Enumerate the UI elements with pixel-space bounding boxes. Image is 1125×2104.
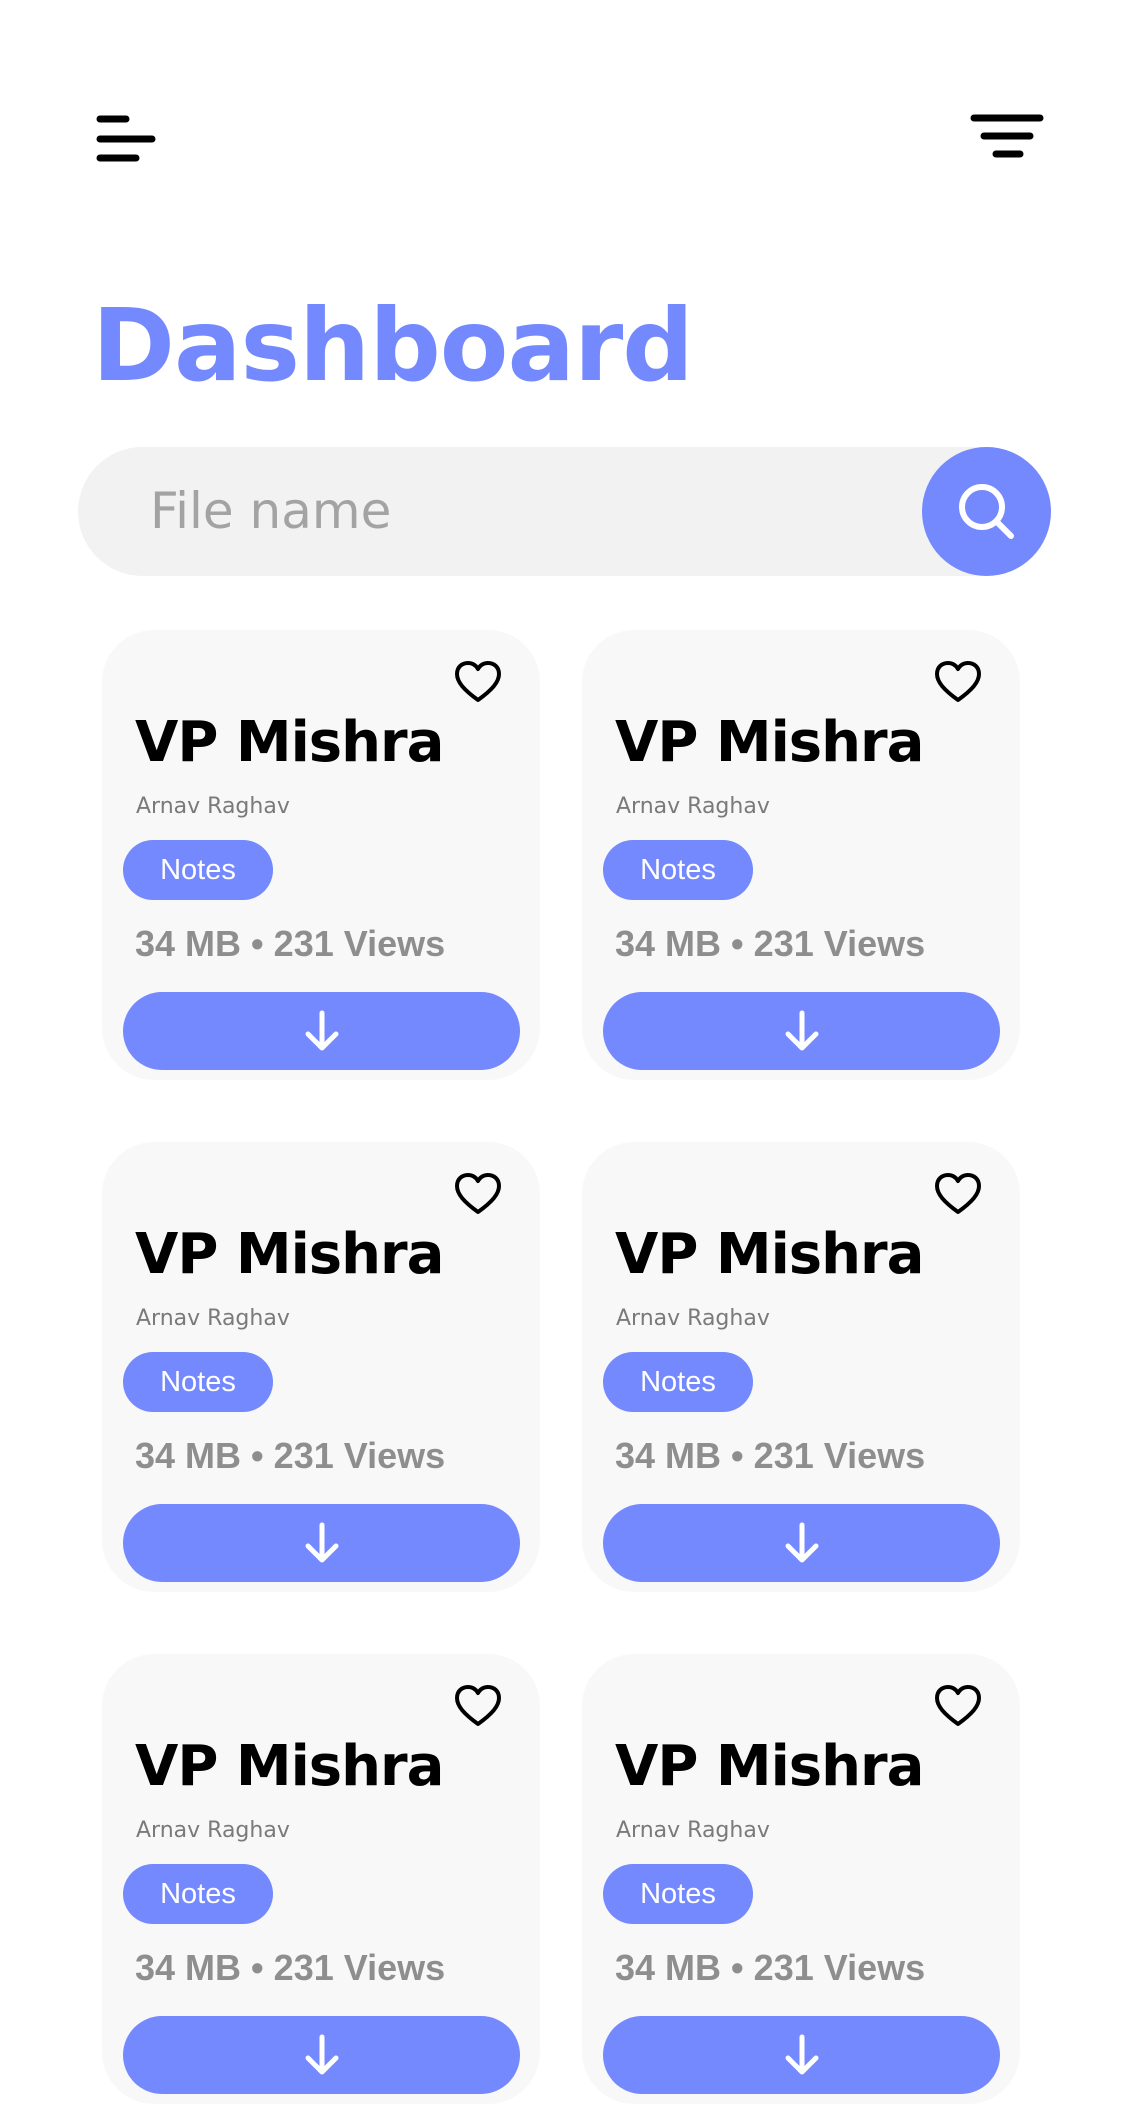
view-count: 231 Views bbox=[753, 1435, 926, 1476]
meta-separator: • bbox=[251, 1947, 264, 1988]
file-card[interactable]: VP Mishra Arnav Raghav Notes 34 MB • 231… bbox=[582, 1142, 1020, 1592]
favorite-button[interactable] bbox=[934, 1684, 982, 1728]
heart-icon bbox=[935, 1173, 981, 1214]
filter-button[interactable] bbox=[970, 112, 1044, 162]
file-meta: 34 MB • 231 Views bbox=[135, 1946, 445, 1990]
file-size: 34 MB bbox=[615, 1435, 722, 1476]
meta-separator: • bbox=[731, 1947, 744, 1988]
file-size: 34 MB bbox=[615, 923, 722, 964]
filter-icon bbox=[970, 114, 1044, 158]
download-button[interactable] bbox=[123, 2016, 520, 2094]
view-count: 231 Views bbox=[753, 1947, 926, 1988]
category-tag: Notes bbox=[123, 1352, 273, 1412]
card-author: Arnav Raghav bbox=[136, 1818, 290, 1843]
file-size: 34 MB bbox=[615, 1947, 722, 1988]
heart-icon bbox=[455, 661, 501, 702]
category-tag: Notes bbox=[603, 1864, 753, 1924]
file-card[interactable]: VP Mishra Arnav Raghav Notes 34 MB • 231… bbox=[582, 630, 1020, 1080]
file-card[interactable]: VP Mishra Arnav Raghav Notes 34 MB • 231… bbox=[102, 1654, 540, 2104]
category-tag: Notes bbox=[123, 840, 273, 900]
meta-separator: • bbox=[731, 1435, 744, 1476]
card-title: VP Mishra bbox=[135, 1222, 444, 1287]
meta-separator: • bbox=[251, 923, 264, 964]
category-tag: Notes bbox=[603, 840, 753, 900]
file-size: 34 MB bbox=[135, 1947, 242, 1988]
file-meta: 34 MB • 231 Views bbox=[135, 922, 445, 966]
page-title: Dashboard bbox=[92, 287, 694, 404]
card-title: VP Mishra bbox=[615, 1734, 924, 1799]
heart-icon bbox=[455, 1685, 501, 1726]
download-button[interactable] bbox=[603, 1504, 1000, 1582]
view-count: 231 Views bbox=[273, 923, 446, 964]
file-meta: 34 MB • 231 Views bbox=[135, 1434, 445, 1478]
card-title: VP Mishra bbox=[135, 710, 444, 775]
file-card[interactable]: VP Mishra Arnav Raghav Notes 34 MB • 231… bbox=[102, 1142, 540, 1592]
download-icon bbox=[785, 2034, 818, 2075]
menu-icon bbox=[96, 115, 156, 162]
card-title: VP Mishra bbox=[615, 710, 924, 775]
download-icon bbox=[305, 1522, 338, 1563]
menu-button[interactable] bbox=[96, 112, 160, 164]
meta-separator: • bbox=[251, 1435, 264, 1476]
card-author: Arnav Raghav bbox=[136, 1306, 290, 1331]
favorite-button[interactable] bbox=[454, 1684, 502, 1728]
favorite-button[interactable] bbox=[454, 660, 502, 704]
file-card[interactable]: VP Mishra Arnav Raghav Notes 34 MB • 231… bbox=[582, 1654, 1020, 2104]
card-author: Arnav Raghav bbox=[136, 794, 290, 819]
card-author: Arnav Raghav bbox=[616, 1818, 770, 1843]
file-meta: 34 MB • 231 Views bbox=[615, 1946, 925, 1990]
search-bar bbox=[78, 447, 1051, 576]
search-input[interactable] bbox=[150, 469, 910, 553]
card-title: VP Mishra bbox=[135, 1734, 444, 1799]
search-button[interactable] bbox=[922, 447, 1051, 576]
view-count: 231 Views bbox=[753, 923, 926, 964]
download-button[interactable] bbox=[123, 992, 520, 1070]
download-button[interactable] bbox=[123, 1504, 520, 1582]
view-count: 231 Views bbox=[273, 1947, 446, 1988]
heart-icon bbox=[935, 661, 981, 702]
category-tag: Notes bbox=[123, 1864, 273, 1924]
search-icon bbox=[958, 483, 1014, 539]
view-count: 231 Views bbox=[273, 1435, 446, 1476]
download-button[interactable] bbox=[603, 992, 1000, 1070]
card-title: VP Mishra bbox=[615, 1222, 924, 1287]
file-card[interactable]: VP Mishra Arnav Raghav Notes 34 MB • 231… bbox=[102, 630, 540, 1080]
heart-icon bbox=[935, 1685, 981, 1726]
favorite-button[interactable] bbox=[454, 1172, 502, 1216]
favorite-button[interactable] bbox=[934, 660, 982, 704]
card-author: Arnav Raghav bbox=[616, 1306, 770, 1331]
file-grid: VP Mishra Arnav Raghav Notes 34 MB • 231… bbox=[102, 630, 1022, 2104]
file-size: 34 MB bbox=[135, 1435, 242, 1476]
download-icon bbox=[785, 1522, 818, 1563]
download-button[interactable] bbox=[603, 2016, 1000, 2094]
file-meta: 34 MB • 231 Views bbox=[615, 1434, 925, 1478]
download-icon bbox=[785, 1010, 818, 1051]
favorite-button[interactable] bbox=[934, 1172, 982, 1216]
card-author: Arnav Raghav bbox=[616, 794, 770, 819]
download-icon bbox=[305, 1010, 338, 1051]
meta-separator: • bbox=[731, 923, 744, 964]
file-meta: 34 MB • 231 Views bbox=[615, 922, 925, 966]
category-tag: Notes bbox=[603, 1352, 753, 1412]
file-size: 34 MB bbox=[135, 923, 242, 964]
download-icon bbox=[305, 2034, 338, 2075]
heart-icon bbox=[455, 1173, 501, 1214]
